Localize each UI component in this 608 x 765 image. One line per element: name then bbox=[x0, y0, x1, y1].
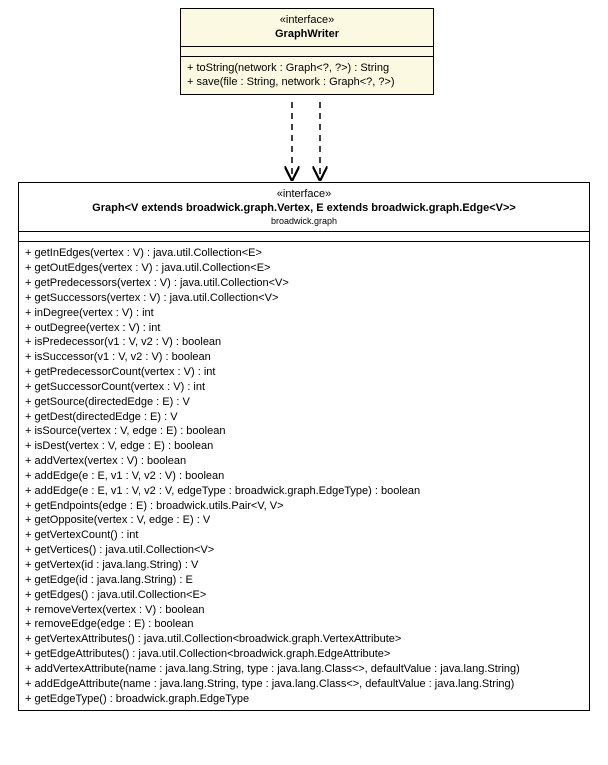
operation: + isSuccessor(v1 : V, v2 : V) : boolean bbox=[25, 350, 583, 365]
operation: + getEdges() : java.util.Collection<E> bbox=[25, 588, 583, 603]
stereotype-label: «interface» bbox=[25, 187, 583, 201]
operation: + getOutEdges(vertex : V) : java.util.Co… bbox=[25, 261, 583, 276]
graph-class: «interface» Graph<V extends broadwick.gr… bbox=[18, 182, 590, 711]
graph-title: «interface» Graph<V extends broadwick.gr… bbox=[19, 183, 589, 232]
operation: + getEdgeType() : broadwick.graph.EdgeTy… bbox=[25, 692, 583, 707]
operation: + isPredecessor(v1 : V, v2 : V) : boolea… bbox=[25, 335, 583, 350]
dependency-arrows bbox=[0, 0, 608, 210]
operation: + removeEdge(edge : E) : boolean bbox=[25, 617, 583, 632]
operation: + getEdgeAttributes() : java.util.Collec… bbox=[25, 647, 583, 662]
operation: + getSource(directedEdge : E) : V bbox=[25, 395, 583, 410]
operation: + isSource(vertex : V, edge : E) : boole… bbox=[25, 424, 583, 439]
operation: + getEndpoints(edge : E) : broadwick.uti… bbox=[25, 499, 583, 514]
operation: + getVertexAttributes() : java.util.Coll… bbox=[25, 632, 583, 647]
operation: + getPredecessors(vertex : V) : java.uti… bbox=[25, 276, 583, 291]
class-name: Graph<V extends broadwick.graph.Vertex, … bbox=[25, 201, 583, 215]
operation: + getVertex(id : java.lang.String) : V bbox=[25, 558, 583, 573]
operation: + addEdge(e : E, v1 : V, v2 : V) : boole… bbox=[25, 469, 583, 484]
operation: + addEdgeAttribute(name : java.lang.Stri… bbox=[25, 677, 583, 692]
operation: + getSuccessors(vertex : V) : java.util.… bbox=[25, 291, 583, 306]
operation: + inDegree(vertex : V) : int bbox=[25, 306, 583, 321]
operation: + getVertexCount() : int bbox=[25, 528, 583, 543]
operation: + getVertices() : java.util.Collection<V… bbox=[25, 543, 583, 558]
operation: + getPredecessorCount(vertex : V) : int bbox=[25, 365, 583, 380]
operation: + getDest(directedEdge : E) : V bbox=[25, 410, 583, 425]
operation: + removeVertex(vertex : V) : boolean bbox=[25, 603, 583, 618]
operation: + getSuccessorCount(vertex : V) : int bbox=[25, 380, 583, 395]
operation: + isDest(vertex : V, edge : E) : boolean bbox=[25, 439, 583, 454]
operation: + getOpposite(vertex : V, edge : E) : V bbox=[25, 513, 583, 528]
graph-operations: + getInEdges(vertex : V) : java.util.Col… bbox=[19, 242, 589, 710]
operation: + addEdge(e : E, v1 : V, v2 : V, edgeTyp… bbox=[25, 484, 583, 499]
operation: + getEdge(id : java.lang.String) : E bbox=[25, 573, 583, 588]
uml-diagram: «interface» GraphWriter + toString(netwo… bbox=[0, 0, 608, 765]
operation: + addVertexAttribute(name : java.lang.St… bbox=[25, 662, 583, 677]
operation: + addVertex(vertex : V) : boolean bbox=[25, 454, 583, 469]
operation: + outDegree(vertex : V) : int bbox=[25, 321, 583, 336]
operation: + getInEdges(vertex : V) : java.util.Col… bbox=[25, 246, 583, 261]
graph-attributes bbox=[19, 232, 589, 242]
package-label: broadwick.graph bbox=[25, 216, 583, 228]
